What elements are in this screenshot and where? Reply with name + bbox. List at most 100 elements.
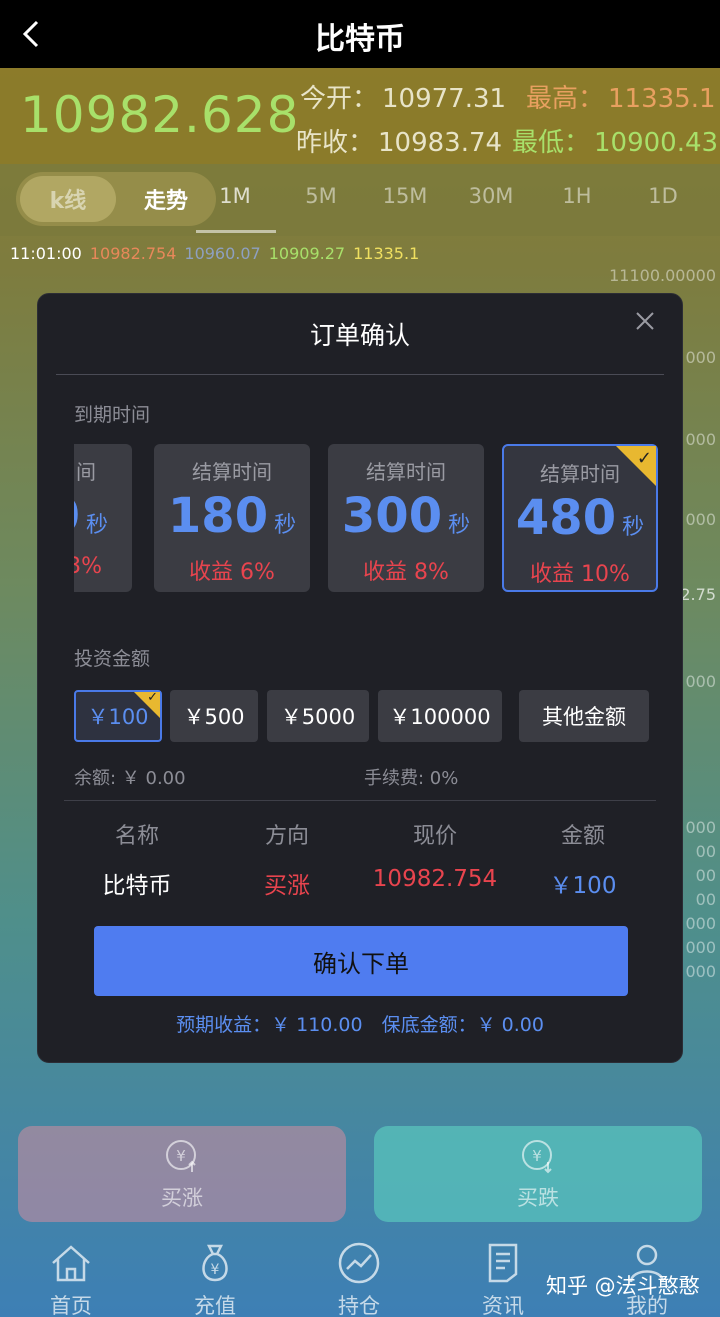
ohlc-readout: 11:01:00 10982.754 10960.07 10909.27 11335.1 xyxy=(10,244,427,263)
time-card-head: 结算时间 xyxy=(366,460,446,484)
prev-value: 10983.74 xyxy=(378,128,503,158)
chart-tabs: k线 走势 1M 5M 15M 30M 1H 1D xyxy=(0,164,720,236)
tab-30m[interactable]: 30M xyxy=(456,184,526,208)
tab-home[interactable]: 首页 xyxy=(16,1240,126,1317)
money-bag-icon: ¥ xyxy=(160,1240,270,1286)
watermark-text: 知乎 @法斗憨憨 xyxy=(546,1274,700,1298)
prev-label: 昨收： xyxy=(296,128,375,158)
order-amount: ￥100 xyxy=(549,873,617,899)
page-title: 比特币 xyxy=(315,22,405,57)
tab-label: 首页 xyxy=(50,1294,92,1317)
col-header-price: 现价 xyxy=(412,824,457,849)
time-card-unit: 秒 xyxy=(274,513,297,538)
buy-up-button[interactable]: ¥ 买涨 xyxy=(18,1126,346,1222)
amount-option-5000[interactable]: ￥5000 xyxy=(267,690,369,742)
yen-up-icon: ¥ xyxy=(18,1138,346,1174)
fee-text: 手续费: 0% xyxy=(364,768,459,789)
open-label: 今开： xyxy=(300,84,379,114)
order-direction: 买涨 xyxy=(264,873,310,899)
order-name: 比特币 xyxy=(102,873,172,899)
high-stat: 最高： 11335.1 xyxy=(526,78,716,115)
tab-kline[interactable]: k线 xyxy=(20,176,116,222)
ohlc-high: 11335.1 xyxy=(353,244,420,263)
amount-option-other[interactable]: 其他金额 xyxy=(519,690,649,742)
ohlc-time: 11:01:00 xyxy=(10,244,82,263)
tab-15m[interactable]: 15M xyxy=(370,184,440,208)
active-tab-indicator xyxy=(196,230,276,233)
current-price: 10982.628 xyxy=(20,86,300,144)
axis-label: 000 xyxy=(685,962,716,981)
close-button[interactable] xyxy=(630,306,660,336)
time-card-480[interactable]: 结算时间 480 秒 收益 10% ✓ xyxy=(502,444,658,592)
time-card-seconds: 300 秒 xyxy=(328,488,484,544)
chart-circle-icon xyxy=(304,1240,414,1286)
time-card-profit: 收益 10% xyxy=(530,562,630,587)
time-card-number: 300 xyxy=(341,488,443,544)
tab-label: 充值 xyxy=(194,1294,236,1317)
expire-time-selector: 间 0秒 3% 结算时间 180秒 收益 6% 结算时间 300秒 收益 8% … xyxy=(74,444,658,592)
svg-text:¥: ¥ xyxy=(176,1147,186,1165)
tab-1h[interactable]: 1H xyxy=(542,184,612,208)
amount-label: ￥500 xyxy=(183,705,245,729)
high-value: 11335.1 xyxy=(608,84,716,114)
low-label: 最低： xyxy=(512,128,591,158)
document-icon xyxy=(448,1240,558,1286)
col-header-name: 名称 xyxy=(114,824,159,849)
tab-trend[interactable]: 走势 xyxy=(120,176,212,222)
close-icon xyxy=(636,312,654,330)
confirm-order-button[interactable]: 确认下单 xyxy=(94,926,628,996)
price-panel: 10982.628 今开： 10977.31 最高： 11335.1 昨收： 1098… xyxy=(0,68,720,164)
buy-up-label: 买涨 xyxy=(161,1186,203,1210)
tab-recharge[interactable]: ¥ 充值 xyxy=(160,1240,270,1317)
ohlc-open: 10960.07 xyxy=(184,244,261,263)
axis-label: 000 xyxy=(685,818,716,837)
amount-label: ￥100000 xyxy=(389,705,491,729)
tab-1d[interactable]: 1D xyxy=(628,184,698,208)
time-card-head: 间 xyxy=(76,460,96,484)
axis-label: 000 xyxy=(685,914,716,933)
amount-option-500[interactable]: ￥500 xyxy=(170,690,258,742)
tab-news[interactable]: 资讯 xyxy=(448,1240,558,1317)
divider xyxy=(64,800,656,801)
time-card-180[interactable]: 结算时间 180 秒 收益 6% xyxy=(154,444,310,592)
tab-label: 持仓 xyxy=(338,1294,380,1317)
yen-down-icon: ¥ xyxy=(374,1138,702,1174)
balance-text: 余额: ￥ 0.00 xyxy=(74,768,186,789)
time-card-seconds: 480 秒 xyxy=(504,490,656,546)
expire-label: 到期时间 xyxy=(74,404,151,426)
tab-5m[interactable]: 5M xyxy=(286,184,356,208)
high-label: 最高： xyxy=(526,84,605,114)
axis-label: 00 xyxy=(695,890,716,909)
time-card-head: 结算时间 xyxy=(192,460,272,484)
divider xyxy=(56,374,664,375)
time-card-profit: 3% xyxy=(74,554,102,579)
tab-label: 资讯 xyxy=(482,1294,524,1317)
time-card-unit: 秒 xyxy=(85,513,108,538)
amount-label: 其他金额 xyxy=(542,705,626,729)
buy-down-button[interactable]: ¥ 买跌 xyxy=(374,1126,702,1222)
tab-1m[interactable]: 1M xyxy=(200,184,270,208)
axis-label: 2.75 xyxy=(680,585,716,604)
invest-label: 投资金额 xyxy=(74,648,151,670)
amount-option-100000[interactable]: ￥100000 xyxy=(378,690,502,742)
time-card-60[interactable]: 间 0秒 3% xyxy=(74,444,132,592)
axis-label: 11100.00000 xyxy=(609,266,716,285)
time-card-number: 180 xyxy=(167,488,269,544)
checkmark-icon: ✓ xyxy=(636,448,652,469)
low-stat: 最低： 10900.43 xyxy=(512,122,718,159)
axis-label: 000 xyxy=(685,348,716,367)
prev-stat: 昨收： 10983.74 xyxy=(296,122,502,159)
amount-option-100[interactable]: ￥100 ✓ xyxy=(74,690,162,742)
col-header-amount: 金额 xyxy=(560,824,605,849)
ohlc-close: 10982.754 xyxy=(89,244,177,263)
time-card-profit: 收益 8% xyxy=(363,560,449,585)
time-card-300[interactable]: 结算时间 300 秒 收益 8% xyxy=(328,444,484,592)
axis-label: 000 xyxy=(685,938,716,957)
axis-label: 000 xyxy=(685,430,716,449)
tab-positions[interactable]: 持仓 xyxy=(304,1240,414,1317)
chart-mode-toggle: k线 走势 xyxy=(16,172,216,226)
buy-down-label: 买跌 xyxy=(517,1186,559,1210)
svg-text:¥: ¥ xyxy=(211,1262,220,1278)
time-card-unit: 秒 xyxy=(622,515,645,540)
time-card-unit: 秒 xyxy=(448,513,471,538)
